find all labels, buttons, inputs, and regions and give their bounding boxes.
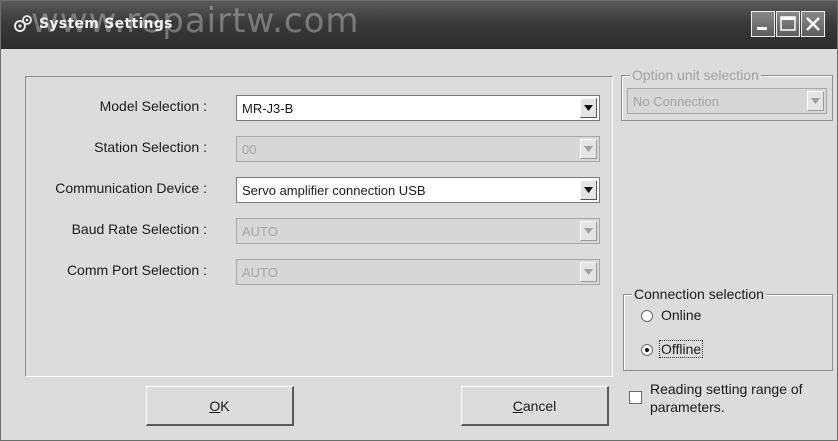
comm-port-selection-label: Comm Port Selection : [66, 262, 207, 278]
chevron-down-icon [584, 228, 593, 234]
minimize-icon [757, 27, 767, 30]
communication-device-dropdown[interactable]: Servo amplifier connection USB [236, 177, 600, 203]
online-radio-label[interactable]: Online [661, 307, 701, 323]
app-settings-icon [13, 14, 33, 34]
close-button[interactable] [801, 11, 825, 37]
chevron-down-icon [811, 98, 820, 104]
close-icon [806, 17, 820, 31]
chevron-down-icon [584, 269, 593, 275]
model-selection-value: MR-J3-B [242, 101, 294, 116]
cancel-label-rest: ancel [522, 398, 557, 414]
station-dropdown-arrow [580, 139, 597, 159]
model-selection-label: Model Selection : [99, 98, 207, 114]
offline-radio-label[interactable]: Offline [659, 340, 704, 358]
system-settings-window: www.repairtw.com System Settings Model S… [0, 0, 838, 441]
minimize-button[interactable] [751, 11, 775, 37]
option-unit-value: No Connection [633, 94, 719, 109]
offline-radio[interactable] [641, 344, 653, 356]
option-unit-group-title: Option unit selection [630, 67, 761, 83]
maximize-icon [780, 16, 796, 31]
station-selection-dropdown: 00 [236, 136, 600, 162]
option-unit-dropdown-arrow [807, 91, 824, 111]
title-bar[interactable]: www.repairtw.com System Settings [1, 1, 837, 49]
cancel-mnemonic: C [512, 398, 523, 414]
comm-port-selection-dropdown: AUTO [236, 259, 600, 285]
window-title: System Settings [39, 16, 173, 32]
model-selection-dropdown[interactable]: MR-J3-B [236, 95, 600, 121]
reading-range-label[interactable]: Reading setting range of parameters. [650, 380, 835, 416]
maximize-button[interactable] [776, 11, 800, 37]
station-selection-label: Station Selection : [94, 139, 207, 155]
baud-rate-selection-label: Baud Rate Selection : [71, 221, 207, 237]
option-unit-dropdown: No Connection [627, 88, 827, 114]
communication-device-dropdown-arrow[interactable] [580, 180, 597, 200]
model-dropdown-arrow[interactable] [580, 98, 597, 118]
connection-selection-group: Connection selection [623, 286, 833, 371]
comm-port-dropdown-arrow [580, 262, 597, 282]
communication-device-label: Communication Device : [55, 180, 207, 196]
online-radio[interactable] [641, 310, 653, 322]
comm-port-selection-value: AUTO [242, 265, 278, 280]
baud-rate-selection-dropdown: AUTO [236, 218, 600, 244]
reading-range-checkbox[interactable] [629, 391, 642, 404]
communication-device-value: Servo amplifier connection USB [242, 183, 426, 198]
ok-mnemonic: O [209, 398, 221, 414]
baud-rate-dropdown-arrow [580, 221, 597, 241]
ok-label-rest: K [220, 398, 230, 414]
connection-selection-title: Connection selection [632, 286, 766, 302]
baud-rate-selection-value: AUTO [242, 224, 278, 239]
chevron-down-icon [584, 146, 593, 152]
chevron-down-icon [584, 105, 593, 111]
chevron-down-icon [584, 187, 593, 193]
station-selection-value: 00 [242, 142, 257, 157]
ok-button[interactable]: OK [146, 386, 294, 426]
cancel-button[interactable]: Cancel [461, 386, 609, 426]
